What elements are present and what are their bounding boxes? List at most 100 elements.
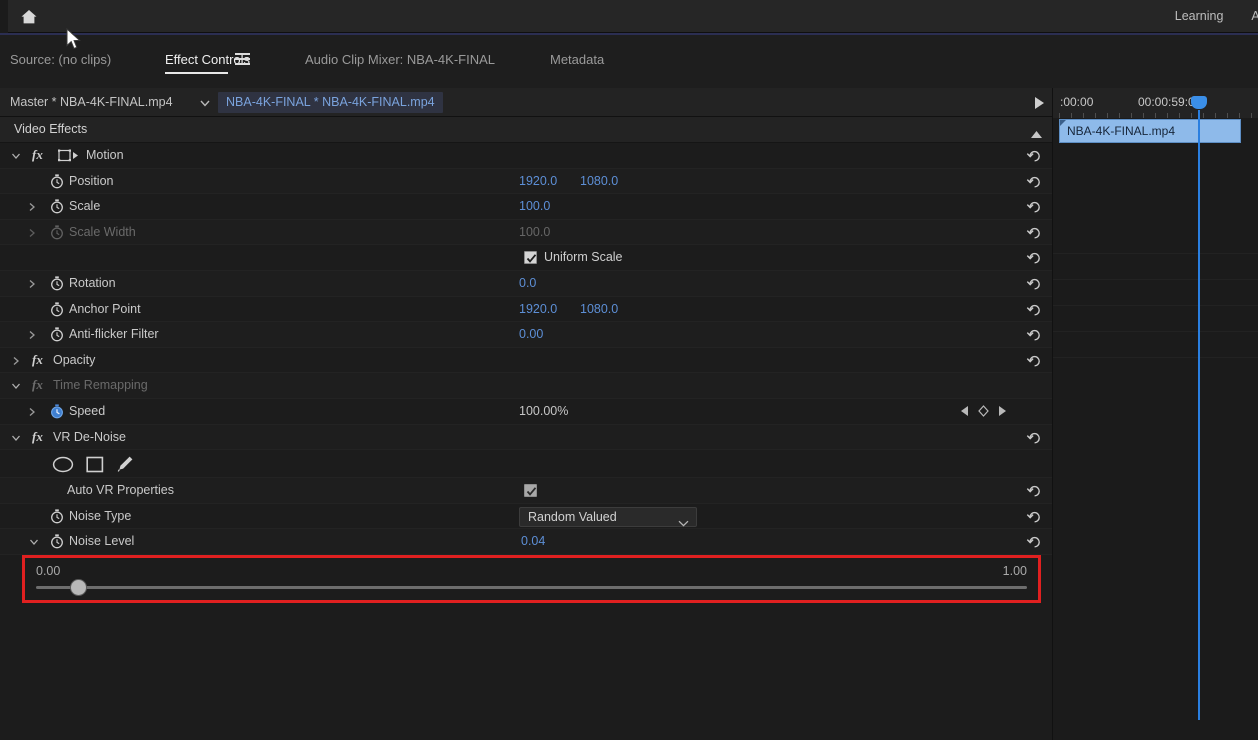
workspace-learning[interactable]: Learning: [1161, 0, 1238, 33]
next-keyframe-icon[interactable]: [998, 404, 1007, 422]
param-noise-type[interactable]: Noise Type Random Valued: [0, 504, 1052, 530]
param-anchor-point[interactable]: Anchor Point 1920.0 1080.0: [0, 297, 1052, 323]
noise-level-slider[interactable]: 0.00 1.00: [22, 555, 1041, 603]
param-position-value-x[interactable]: 1920.0: [519, 174, 557, 188]
reset-opacity-icon[interactable]: [1026, 352, 1043, 369]
reset-motion-icon[interactable]: [1026, 147, 1043, 164]
tab-audio-clip-mixer[interactable]: Audio Clip Mixer: NBA-4K-FINAL: [305, 35, 495, 84]
twisty-down-icon[interactable]: [28, 536, 40, 548]
uniform-scale-checkbox[interactable]: [524, 251, 537, 264]
ellipse-mask-icon[interactable]: [52, 456, 74, 478]
tab-source[interactable]: Source: (no clips): [10, 35, 111, 84]
reset-anti-flicker-icon[interactable]: [1026, 326, 1043, 343]
panel-menu-icon[interactable]: [235, 53, 250, 65]
twisty-right-icon[interactable]: [26, 227, 38, 239]
param-noise-level-value[interactable]: 0.04: [521, 534, 545, 548]
stopwatch-icon[interactable]: [50, 302, 64, 317]
panel-tab-bar: Source: (no clips) Effect Controls Audio…: [0, 35, 1258, 84]
param-noise-level[interactable]: Noise Level 0.04: [0, 529, 1052, 555]
param-uniform-scale[interactable]: Uniform Scale: [0, 245, 1052, 271]
slider-max-label: 1.00: [1003, 564, 1027, 578]
playhead[interactable]: [1198, 110, 1200, 720]
twisty-right-icon[interactable]: [26, 406, 38, 418]
pen-mask-icon[interactable]: [116, 455, 134, 478]
param-rotation[interactable]: Rotation 0.0: [0, 271, 1052, 297]
param-position[interactable]: Position 1920.0 1080.0: [0, 169, 1052, 195]
effect-vr-de-noise[interactable]: fx VR De-Noise: [0, 425, 1052, 451]
twisty-right-icon[interactable]: [26, 329, 38, 341]
add-keyframe-icon[interactable]: [978, 404, 989, 422]
param-rotation-value[interactable]: 0.0: [519, 276, 536, 290]
noise-type-dropdown[interactable]: Random Valued: [519, 507, 697, 527]
effect-motion[interactable]: fx Motion: [0, 143, 1052, 169]
twisty-down-icon[interactable]: [10, 432, 22, 444]
stopwatch-icon[interactable]: [50, 327, 64, 342]
stopwatch-icon[interactable]: [50, 276, 64, 291]
twisty-down-icon[interactable]: [10, 380, 22, 392]
timeline-clip[interactable]: NBA-4K-FINAL.mp4: [1059, 119, 1241, 143]
playhead-marker-icon[interactable]: [1191, 96, 1207, 109]
param-position-value-y[interactable]: 1080.0: [580, 174, 618, 188]
chevron-down-icon[interactable]: [198, 96, 212, 110]
reset-noise-level-icon[interactable]: [1026, 533, 1043, 550]
param-scale[interactable]: Scale 100.0: [0, 194, 1052, 220]
stopwatch-icon[interactable]: [50, 199, 64, 214]
twisty-down-icon[interactable]: [10, 150, 22, 162]
reset-scale-icon[interactable]: [1026, 198, 1043, 215]
timeline-lane: [1053, 254, 1258, 280]
workspace-assembly-cut[interactable]: As: [1237, 0, 1258, 33]
play-triangle-icon[interactable]: [1035, 97, 1044, 109]
timeline-lane: [1053, 332, 1258, 358]
stopwatch-icon[interactable]: [50, 404, 64, 419]
reset-noise-type-icon[interactable]: [1026, 508, 1043, 525]
uniform-scale-label: Uniform Scale: [544, 250, 623, 264]
reset-uniform-scale-icon[interactable]: [1026, 249, 1043, 266]
param-anti-flicker-filter[interactable]: Anti-flicker Filter 0.00: [0, 322, 1052, 348]
stopwatch-icon[interactable]: [50, 534, 64, 549]
reset-auto-vr-properties-icon[interactable]: [1026, 482, 1043, 499]
param-scale-width-label: Scale Width: [69, 225, 136, 239]
reset-vr-de-noise-icon[interactable]: [1026, 429, 1043, 446]
effect-time-remapping-label: Time Remapping: [53, 378, 148, 392]
param-scale-width[interactable]: Scale Width 100.0: [0, 220, 1052, 246]
triangle-up-icon[interactable]: [1030, 126, 1043, 144]
reset-position-icon[interactable]: [1026, 173, 1043, 190]
timeline-tick-marks: [1053, 111, 1258, 118]
tab-effect-controls[interactable]: Effect Controls: [165, 35, 250, 84]
effect-time-remapping[interactable]: fx Time Remapping: [0, 373, 1052, 399]
param-speed-value: 100.00%: [519, 404, 568, 418]
previous-keyframe-icon[interactable]: [960, 404, 969, 422]
effect-opacity-label: Opacity: [53, 353, 95, 367]
slider-handle[interactable]: [70, 579, 87, 596]
effect-opacity[interactable]: fx Opacity: [0, 348, 1052, 374]
auto-vr-properties-checkbox[interactable]: [524, 484, 537, 497]
timeline-lane: [1053, 306, 1258, 332]
param-auto-vr-properties[interactable]: Auto VR Properties: [0, 478, 1052, 504]
tab-metadata-label: Metadata: [550, 52, 604, 67]
clip-selection-bar: Master * NBA-4K-FINAL.mp4 NBA-4K-FINAL *…: [0, 88, 1052, 117]
reset-anchor-point-icon[interactable]: [1026, 301, 1043, 318]
slider-track[interactable]: [36, 586, 1027, 589]
auto-vr-properties-label: Auto VR Properties: [67, 483, 174, 497]
twisty-right-icon[interactable]: [10, 355, 22, 367]
param-speed[interactable]: Speed 100.00%: [0, 399, 1052, 425]
param-scale-value[interactable]: 100.0: [519, 199, 550, 213]
clip-selection-value[interactable]: NBA-4K-FINAL * NBA-4K-FINAL.mp4: [218, 92, 443, 113]
rectangle-mask-icon[interactable]: [86, 456, 104, 478]
reset-scale-width-icon[interactable]: [1026, 224, 1043, 241]
param-anchor-point-value-y[interactable]: 1080.0: [580, 302, 618, 316]
master-clip-label[interactable]: Master * NBA-4K-FINAL.mp4: [10, 95, 173, 109]
reset-rotation-icon[interactable]: [1026, 275, 1043, 292]
home-icon[interactable]: [18, 6, 40, 28]
stopwatch-icon[interactable]: [50, 174, 64, 189]
param-anchor-point-value-x[interactable]: 1920.0: [519, 302, 557, 316]
video-effects-header[interactable]: Video Effects: [0, 117, 1052, 143]
transform-box-icon[interactable]: [58, 149, 80, 167]
stopwatch-icon[interactable]: [50, 509, 64, 524]
twisty-right-icon[interactable]: [26, 278, 38, 290]
param-anti-flicker-filter-value[interactable]: 0.00: [519, 327, 543, 341]
timeline-ruler[interactable]: :00:00 00:00:59:02: [1053, 88, 1258, 118]
param-speed-label: Speed: [69, 404, 105, 418]
twisty-right-icon[interactable]: [26, 201, 38, 213]
tab-metadata[interactable]: Metadata: [550, 35, 604, 84]
